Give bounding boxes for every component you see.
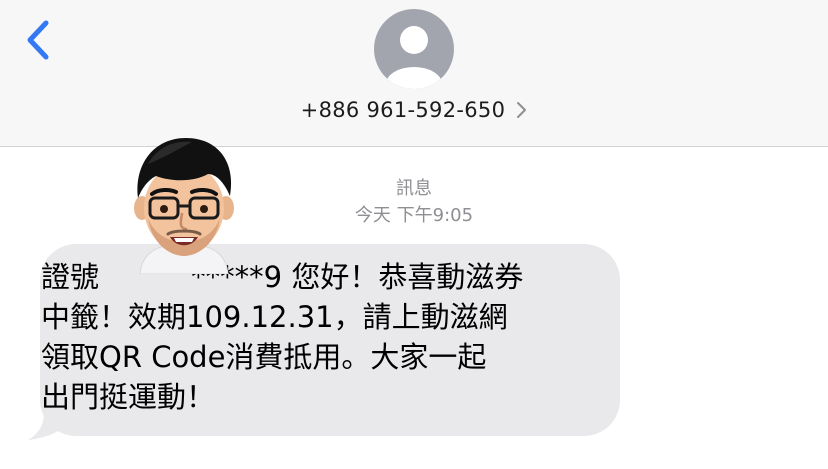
message-timestamp: 今天 下午9:05 xyxy=(354,205,474,226)
contact-name: +886 961-592-650 xyxy=(300,98,506,122)
message-text[interactable]: 證號 *****9 您好！恭喜動滋券 中籤！效期109.12.31，請上動滋網 領取… xyxy=(41,257,601,417)
message-line: 出門挺運動！ xyxy=(41,380,216,414)
memoji-sticker[interactable] xyxy=(128,134,240,275)
service-label: 訊息 xyxy=(396,178,432,199)
contact-details-button[interactable]: +886 961-592-650 xyxy=(0,98,828,128)
memoji-face-icon xyxy=(134,138,234,275)
message-line: 中籤！效期109.12.31，請上動滋網 xyxy=(41,300,508,334)
person-circle-icon xyxy=(374,9,454,89)
message-line: 領取QR Code消費抵用。大家一起 xyxy=(41,340,487,374)
chevron-left-icon xyxy=(27,20,49,60)
back-button[interactable] xyxy=(20,16,60,64)
contact-avatar-button[interactable] xyxy=(374,9,454,89)
conversation-header: +886 961-592-650 xyxy=(0,0,828,147)
chevron-right-icon xyxy=(517,102,527,118)
message-line: 證號 *****9 您好！恭喜動滋券 xyxy=(41,260,524,294)
